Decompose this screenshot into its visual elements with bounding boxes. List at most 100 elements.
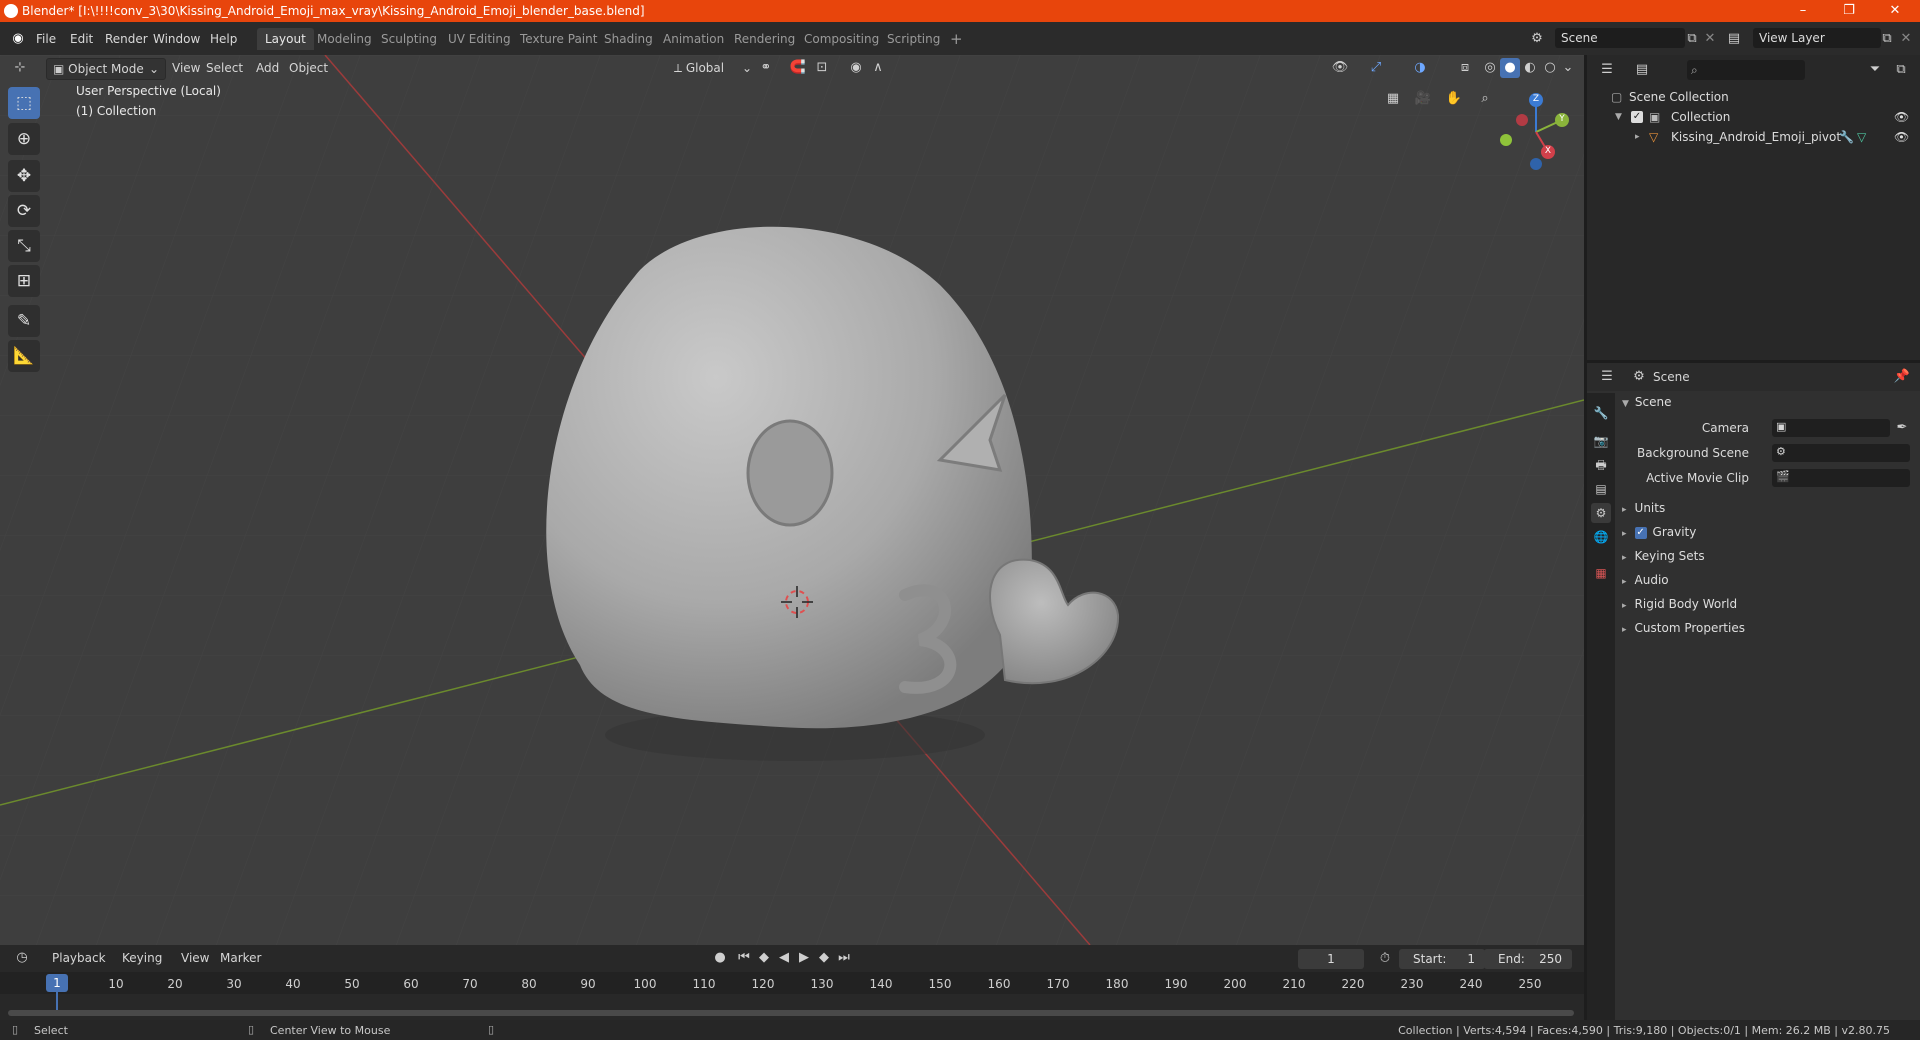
scene-section-header[interactable]: ▼ Scene [1622,391,1672,413]
texture-tab-icon[interactable]: ▦ [1591,563,1611,583]
delete-scene-icon[interactable]: ✕ [1700,29,1720,49]
xray-icon[interactable]: ⧈ [1455,58,1475,78]
view-layer-icon[interactable]: ▤ [1724,29,1744,49]
visibility-icon[interactable]: 👁 [1330,58,1350,78]
scene-tab-icon[interactable]: ⚙ [1591,503,1611,523]
outliner-row-scene-collection[interactable]: ▢ Scene Collection [1587,87,1920,107]
mode-selector[interactable]: ▣ Object Mode ⌄ [46,58,166,80]
outliner-search-input[interactable]: ⌕ [1687,60,1805,80]
start-frame-field[interactable]: Start: 1 [1399,949,1485,969]
expand-toggle-icon[interactable]: ▼ [1615,107,1622,127]
modifier-icon[interactable]: 🔧 [1839,127,1854,147]
tab-compositing[interactable]: Compositing [796,28,887,50]
menu-edit[interactable]: Edit [64,29,99,49]
gizmo-toggle-icon[interactable]: ⤢ [1366,58,1386,78]
rigid-body-world-panel[interactable]: ▸ Rigid Body World [1622,593,1737,615]
new-collection-icon[interactable]: ⧉ [1891,60,1911,80]
camera-view-icon[interactable]: 🎥 [1413,89,1433,109]
solid-shading-icon[interactable]: ● [1500,58,1520,78]
units-panel[interactable]: ▸ Units [1622,497,1665,519]
filter-icon[interactable]: ⏷ [1865,60,1885,80]
timeline-scrollbar[interactable] [8,1010,1574,1016]
scene-type-icon[interactable]: ⚙ [1527,29,1547,49]
cursor-tool[interactable]: ⊕ [8,123,40,155]
minimize-button[interactable]: – [1780,0,1826,22]
zoom-icon[interactable]: ⌕ [1475,89,1495,109]
end-frame-field[interactable]: End: 250 [1484,949,1572,969]
pivot-point-icon[interactable]: ⚭ [756,58,776,78]
camera-field[interactable]: ▣ [1772,419,1890,437]
gravity-checkbox[interactable]: ✓ [1634,526,1647,539]
tab-shading[interactable]: Shading [596,28,661,50]
pan-hand-icon[interactable]: ✋ [1444,89,1464,109]
background-scene-field[interactable]: ⚙ [1772,444,1910,462]
eyedropper-icon[interactable]: ✒ [1892,418,1912,438]
audio-panel[interactable]: ▸ Audio [1622,569,1669,591]
annotate-tool[interactable]: ✎ [8,305,40,337]
menu-window[interactable]: Window [147,29,206,49]
scene-selector[interactable]: Scene [1555,28,1685,48]
collection-checkbox[interactable]: ✓ [1631,111,1643,123]
object-visibility-icon[interactable]: 👁 [1894,127,1909,147]
tab-uv-editing[interactable]: UV Editing [440,28,519,50]
record-icon[interactable]: ● [710,948,730,968]
display-mode-icon[interactable]: ▤ [1632,60,1652,80]
viewport-menu-object[interactable]: Object [283,58,334,78]
jump-end-icon[interactable]: ⏭ [834,948,854,968]
view-layer-tab-icon[interactable]: ▤ [1591,479,1611,499]
3d-viewport[interactable]: Z Y X User Perspective (Local) (1) Colle… [0,55,1584,945]
render-tab-icon[interactable]: 📷 [1591,431,1611,451]
wireframe-shading-icon[interactable]: ◎ [1480,58,1500,78]
overlay-toggle-icon[interactable]: ◑ [1410,58,1430,78]
timeline-editor-type-icon[interactable]: ◷ [12,948,32,968]
maximize-button[interactable]: ❐ [1826,0,1872,22]
tab-scripting[interactable]: Scripting [879,28,948,50]
delete-view-layer-icon[interactable]: ✕ [1896,29,1916,49]
timeline-menu-view[interactable]: View [175,948,215,968]
custom-properties-panel[interactable]: ▸ Custom Properties [1622,617,1745,639]
play-reverse-icon[interactable]: ◀ [774,948,794,968]
select-box-tool[interactable]: ⬚ [8,87,40,119]
snap-target-icon[interactable]: ⊡ [812,58,832,78]
material-shading-icon[interactable]: ◐ [1520,58,1540,78]
gravity-panel[interactable]: ▸ ✓ Gravity [1622,521,1696,543]
pin-icon[interactable]: 📌 [1892,367,1912,387]
add-workspace-button[interactable]: + [942,28,971,50]
tab-rendering[interactable]: Rendering [726,28,803,50]
rendered-shading-icon[interactable]: ○ [1540,58,1560,78]
snap-icon[interactable]: 🧲 [788,58,808,78]
timeline-menu-playback[interactable]: Playback [46,948,112,968]
falloff-icon[interactable]: ∧ [868,58,888,78]
tool-tab-icon[interactable]: 🔧 [1591,403,1611,423]
menu-render[interactable]: Render [99,29,154,49]
properties-editor-type-icon[interactable]: ☰ [1597,367,1617,387]
tab-texture-paint[interactable]: Texture Paint [512,28,605,50]
timeline-menu-keying[interactable]: Keying [116,948,168,968]
menu-file[interactable]: File [30,29,62,49]
new-view-layer-icon[interactable]: ⧉ [1877,29,1897,49]
move-tool[interactable]: ✥ [8,160,40,192]
tab-animation[interactable]: Animation [655,28,732,50]
collection-visibility-icon[interactable]: 👁 [1894,107,1909,127]
tab-layout[interactable]: Layout [257,28,314,50]
keying-sets-panel[interactable]: ▸ Keying Sets [1622,545,1705,567]
editor-type-icon[interactable]: ⊹ [10,58,30,78]
playhead[interactable]: 1 [46,974,68,992]
jump-start-icon[interactable]: ⏮ [734,948,754,968]
transform-tool[interactable]: ⊞ [8,265,40,297]
proportional-edit-icon[interactable]: ◉ [846,58,866,78]
timeline-menu-marker[interactable]: Marker [214,948,267,968]
close-button[interactable]: ✕ [1872,0,1918,22]
new-scene-icon[interactable]: ⧉ [1682,29,1702,49]
next-keyframe-icon[interactable]: ◆ [814,948,834,968]
mesh-data-icon[interactable]: ▽ [1857,127,1866,147]
blender-menu-icon[interactable]: ◉ [8,29,28,49]
scale-tool[interactable]: ⤡ [8,230,40,262]
expand-object-icon[interactable]: ▸ [1635,127,1640,147]
current-frame-field[interactable]: 1 [1298,949,1364,969]
transform-orientation[interactable]: ⟂ Global ⌄ [668,58,756,78]
prev-keyframe-icon[interactable]: ◆ [754,948,774,968]
active-movie-clip-field[interactable]: 🎬 [1772,469,1910,487]
tab-modeling[interactable]: Modeling [309,28,380,50]
measure-tool[interactable]: 📐 [8,340,40,372]
